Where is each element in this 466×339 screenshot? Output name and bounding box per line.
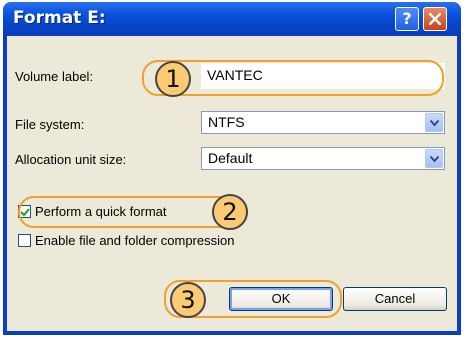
compression-checkbox[interactable] <box>18 234 31 247</box>
allocation-unit-select[interactable]: Default <box>201 147 445 170</box>
compression-label[interactable]: Enable file and folder compression <box>35 233 234 248</box>
file-system-caption: File system: <box>15 117 85 132</box>
file-system-select[interactable]: NTFS <box>201 111 445 134</box>
volume-label-caption: Volume label: <box>15 69 93 84</box>
close-button[interactable] <box>423 7 447 31</box>
cancel-button[interactable]: Cancel <box>343 287 447 311</box>
file-system-value: NTFS <box>208 114 245 130</box>
callout-badge-1: 1 <box>155 61 191 97</box>
title-bar[interactable]: Format E: ? <box>3 2 461 36</box>
chevron-down-icon <box>430 156 439 162</box>
file-system-dropdown-button[interactable] <box>425 113 443 132</box>
chevron-down-icon <box>430 120 439 126</box>
allocation-unit-dropdown-button[interactable] <box>425 149 443 168</box>
callout-badge-2: 2 <box>212 194 248 230</box>
callout-badge-3: 3 <box>170 282 206 318</box>
allocation-unit-value: Default <box>208 150 253 166</box>
close-icon <box>429 13 441 25</box>
volume-label-text: Volume label: <box>15 69 94 84</box>
allocation-unit-caption: Allocation unit size: <box>15 152 127 167</box>
window-title: Format E: <box>13 8 106 28</box>
help-button[interactable]: ? <box>395 7 419 31</box>
